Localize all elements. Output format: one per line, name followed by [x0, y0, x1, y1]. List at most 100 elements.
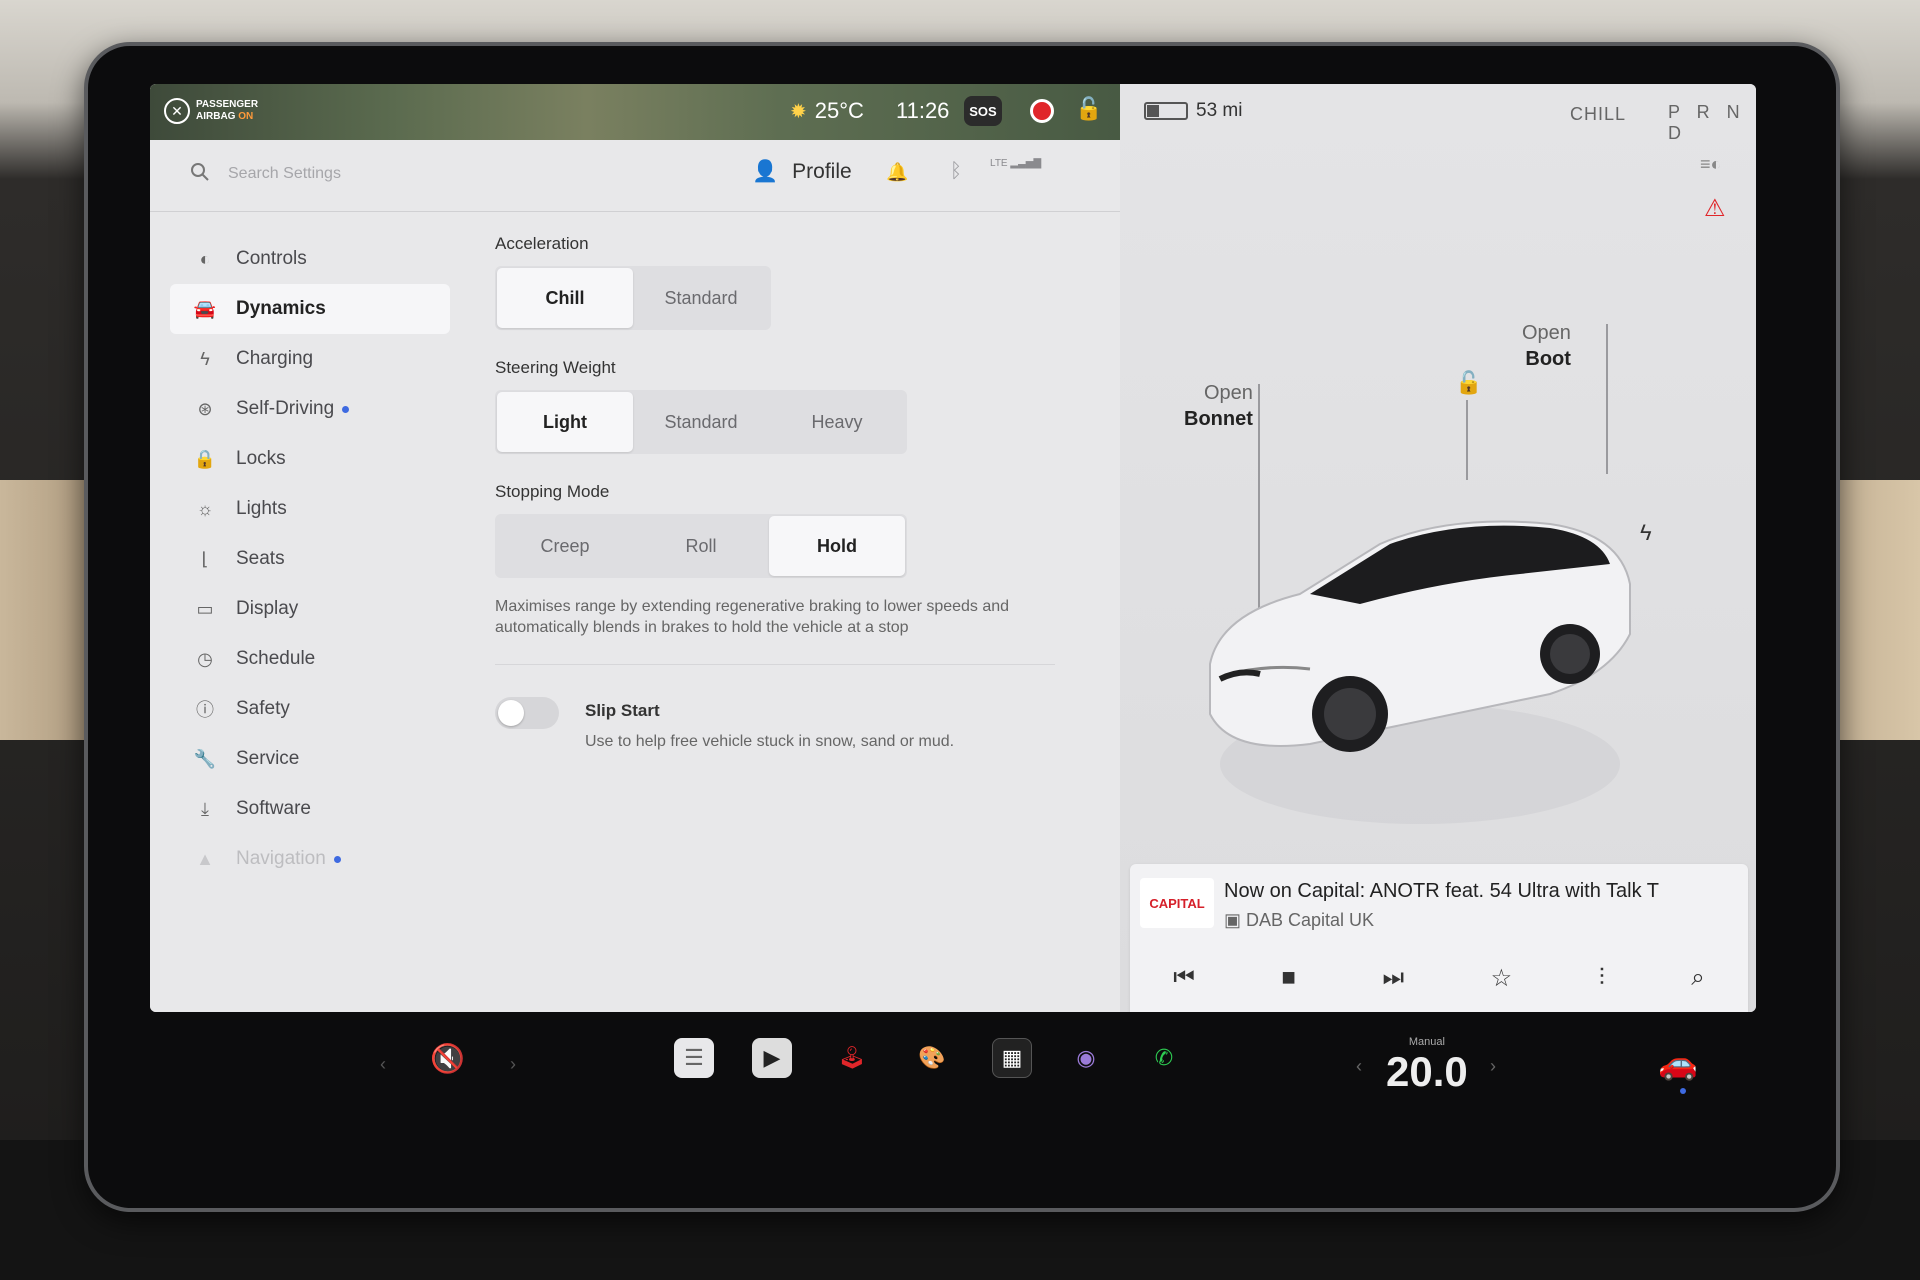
update-dot	[333, 855, 341, 863]
download-icon: ⤓	[201, 798, 209, 819]
weather: ✹ 25°C	[790, 98, 864, 124]
mute-volume-icon[interactable]: 🔇	[430, 1042, 465, 1075]
next-track-icon[interactable]: ⏭	[1382, 964, 1404, 992]
car-icon[interactable]: 🚗	[1658, 1044, 1698, 1082]
car-lock-icon[interactable]: 🔓	[1455, 370, 1482, 396]
sidebar-item-dynamics[interactable]: 🚘 Dynamics	[170, 284, 450, 334]
drive-mode: CHILL	[1570, 104, 1627, 124]
sidebar-item-label: Safety	[236, 698, 290, 719]
steering-option-standard[interactable]: Standard	[633, 392, 769, 452]
sidebar-item-service[interactable]: 🔧 Service	[170, 734, 450, 784]
steering-option-light[interactable]: Light	[497, 392, 633, 452]
unlock-icon[interactable]: 🔓	[1075, 96, 1102, 122]
sidebar-item-label: Controls	[236, 248, 307, 269]
sidebar-item-label: Lights	[236, 498, 287, 519]
wrench-icon: 🔧	[193, 748, 217, 769]
open-boot-button[interactable]: Open Boot	[1522, 320, 1571, 372]
climate-control[interactable]: Manual 20.0	[1386, 1036, 1468, 1096]
passenger-airbag-indicator: ✕ PASSENGER AIRBAG ON	[164, 98, 258, 124]
battery-status: 53 mi	[1144, 100, 1242, 122]
sun-icon: ☼	[196, 498, 214, 519]
stop-icon[interactable]: ■	[1281, 964, 1296, 992]
camera-app-icon[interactable]: ◉	[1066, 1038, 1106, 1078]
stopping-option-hold[interactable]: Hold	[769, 516, 905, 576]
apps-launcher-icon[interactable]: ▦	[992, 1038, 1032, 1078]
cabin-temperature: 20.0	[1386, 1048, 1468, 1095]
seat-icon: ⌊	[201, 548, 209, 569]
volume-down-arrow[interactable]: ‹	[380, 1054, 386, 1075]
sidebar-item-safety[interactable]: ⓘ Safety	[170, 684, 450, 734]
sidebar-item-display[interactable]: ▭ Display	[170, 584, 450, 634]
sos-button[interactable]: SOS	[964, 96, 1002, 126]
now-playing-text: Now on Capital: ANOTR feat. 54 Ultra wit…	[1224, 880, 1659, 902]
status-bar: ✕ PASSENGER AIRBAG ON ✹ 25°C 11:26 SOS 🔓	[150, 84, 1120, 140]
outside-temperature: 25°C	[814, 98, 864, 123]
slip-start-subtitle: Use to help free vehicle stuck in snow, …	[585, 733, 955, 750]
settings-header: Search Settings 👤 Profile 🔔 ᛒ LTE ▂▃▅▇	[150, 140, 1120, 212]
slip-start-setting: Slip Start Use to help free vehicle stuc…	[495, 693, 1075, 763]
sidebar-item-seats[interactable]: ⌊ Seats	[170, 534, 450, 584]
airbag-line1: PASSENGER	[196, 99, 259, 110]
acceleration-option-standard[interactable]: Standard	[633, 268, 769, 328]
theater-app-icon[interactable]: ▶	[752, 1038, 792, 1078]
dashcam-record-icon[interactable]	[1030, 99, 1054, 123]
toybox-app-icon[interactable]: 🎨	[912, 1038, 952, 1078]
volume-up-arrow[interactable]: ›	[510, 1054, 516, 1075]
sidebar-item-lights[interactable]: ☼ Lights	[170, 484, 450, 534]
slip-start-toggle[interactable]	[495, 697, 559, 729]
sidebar-item-software[interactable]: ⤓ Software	[170, 784, 450, 834]
open-bonnet-button[interactable]: Open Bonnet	[1184, 380, 1253, 432]
steering-option-heavy[interactable]: Heavy	[769, 392, 905, 452]
acceleration-option-chill[interactable]: Chill	[497, 268, 633, 328]
clock-icon: ◷	[197, 648, 213, 669]
sidebar-item-label: Locks	[236, 448, 286, 469]
clock: 11:26	[896, 98, 950, 123]
network-label: LTE	[990, 158, 1008, 169]
sidebar-item-self-driving[interactable]: ⊛ Self-Driving	[170, 384, 450, 434]
temperature-up-arrow[interactable]: ›	[1490, 1056, 1496, 1077]
stopping-option-creep[interactable]: Creep	[497, 516, 633, 576]
airbag-line2: AIRBAG	[196, 111, 236, 122]
sidebar-item-locks[interactable]: 🔒 Locks	[170, 434, 450, 484]
sidebar-item-schedule[interactable]: ◷ Schedule	[170, 634, 450, 684]
previous-track-icon[interactable]: ⏮	[1173, 964, 1195, 992]
vehicle-render	[1209, 520, 1631, 824]
search-media-icon[interactable]: ⌕	[1691, 964, 1704, 992]
acceleration-selector: Chill Standard	[495, 266, 771, 330]
sidebar-item-label: Charging	[236, 348, 314, 369]
sidebar-item-label: Display	[236, 598, 299, 619]
stopping-option-roll[interactable]: Roll	[633, 516, 769, 576]
equalizer-icon[interactable]: ⫶	[1599, 964, 1605, 992]
headlight-icon: ≡◐	[1700, 154, 1722, 174]
sidebar-item-label: Dynamics	[236, 298, 326, 319]
settings-sidebar: ◐ Controls 🚘 Dynamics ϟ Charging ⊛ Self-Driv…	[170, 234, 450, 884]
sidebar-item-controls[interactable]: ◐ Controls	[170, 234, 450, 284]
bonnet-line2: Bonnet	[1184, 408, 1253, 430]
sidebar-item-label: Software	[236, 798, 311, 819]
bell-icon[interactable]: 🔔	[886, 162, 908, 183]
phone-icon[interactable]: ✆	[1144, 1038, 1184, 1078]
toggle-knob	[498, 700, 524, 726]
media-controls: ⏮ ■ ⏭ ☆ ⫶ ⌕	[1130, 948, 1748, 1008]
sidebar-item-label: Schedule	[236, 648, 316, 669]
arcade-app-icon[interactable]: 🕹	[832, 1038, 872, 1078]
steering-weight-selector: Light Standard Heavy	[495, 390, 907, 454]
bluetooth-icon[interactable]: ᛒ	[950, 160, 962, 183]
airbag-icon: ✕	[164, 98, 190, 124]
sidebar-item-charging[interactable]: ϟ Charging	[170, 334, 450, 384]
profile-button[interactable]: 👤 Profile	[752, 160, 852, 184]
search-input[interactable]: Search Settings	[228, 165, 341, 183]
search-icon	[191, 163, 209, 181]
active-indicator-dot	[1680, 1088, 1686, 1094]
climate-mode: Manual	[1408, 1036, 1445, 1048]
battery-fill	[1147, 105, 1159, 117]
station-logo: CAPITAL	[1140, 878, 1214, 928]
seatbelt-warning-icon: ⚠	[1704, 195, 1726, 222]
sidebar-item-label: Service	[236, 748, 300, 769]
favorite-star-icon[interactable]: ☆	[1491, 964, 1513, 993]
temperature-down-arrow[interactable]: ‹	[1356, 1056, 1362, 1077]
sidebar-item-navigation[interactable]: ▲ Navigation	[170, 834, 450, 884]
car-icon: 🚘	[193, 298, 217, 319]
notes-app-icon[interactable]: ☰	[674, 1038, 714, 1078]
boot-line2: Boot	[1525, 348, 1571, 370]
